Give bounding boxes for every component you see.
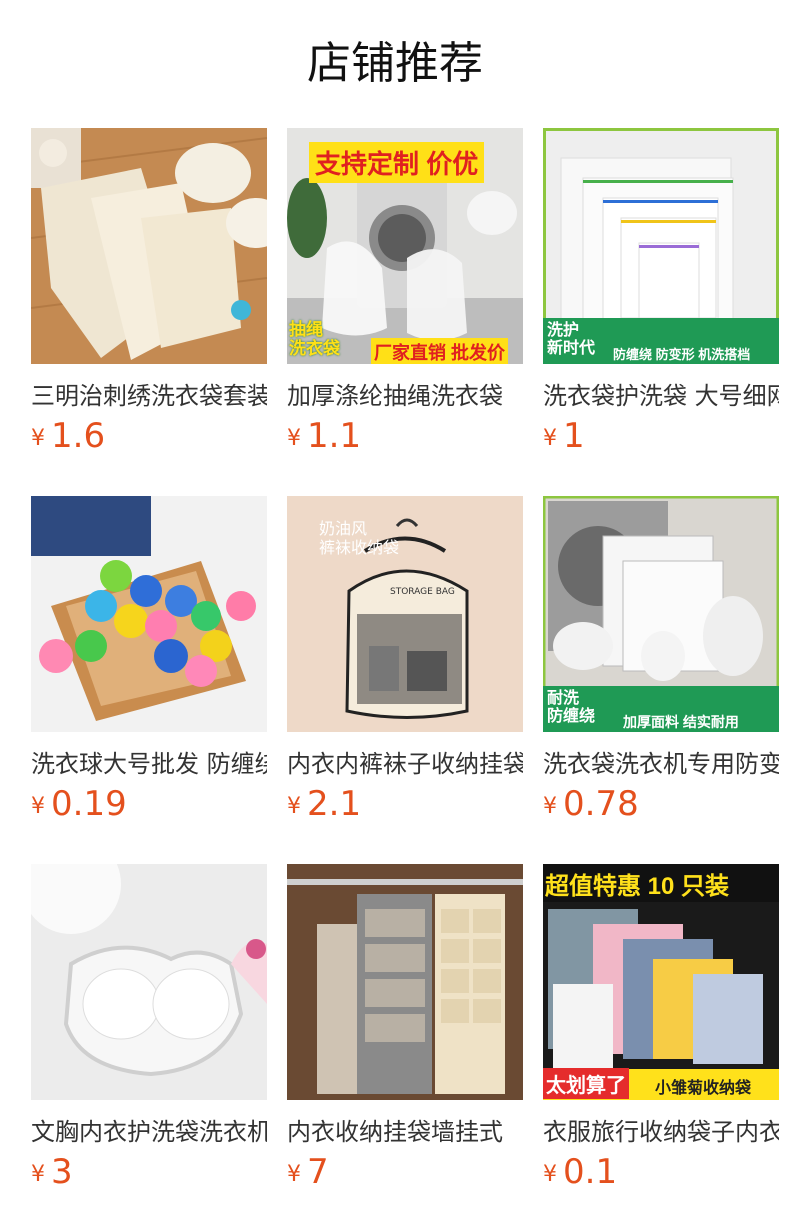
product-name[interactable]: 内衣收纳挂袋墙挂式 <box>287 1117 523 1147</box>
promo-label: 防缠绕 防变形 机洗搭档 <box>613 347 751 362</box>
product-price: ¥3 <box>31 1152 73 1192</box>
product-card[interactable]: 超值特惠 10 只装 太划算了 小雏菊收纳袋 衣服旅行收纳袋子内衣 ¥0.1 <box>543 864 779 1232</box>
promo-label: 太划算了 <box>543 1068 629 1099</box>
promo-label: 洗护 新时代 <box>547 322 596 357</box>
product-price: ¥1.1 <box>287 416 362 456</box>
product-price: ¥1.6 <box>31 416 106 456</box>
promo-label: 加厚面料 结实耐用 <box>623 714 739 730</box>
promo-label: 耐洗 防缠绕 <box>547 690 596 725</box>
product-image[interactable]: 超值特惠 10 只装 太划算了 小雏菊收纳袋 <box>543 864 779 1100</box>
promo-label: 小雏菊收纳袋 <box>655 1080 752 1097</box>
product-price: ¥0.1 <box>543 1152 618 1192</box>
product-name[interactable]: 衣服旅行收纳袋子内衣 <box>543 1117 779 1147</box>
product-card[interactable]: 支持定制 价优 抽绳 洗衣袋 厂家直销 批发价 加厚涤纶抽绳洗衣袋 ¥1.1 <box>287 128 523 496</box>
product-card[interactable]: 洗护 新时代 防缠绕 防变形 机洗搭档 洗衣袋护洗袋 大号细网 ¥1 <box>543 128 779 496</box>
product-name[interactable]: 洗衣袋洗衣机专用防变形 <box>543 749 779 779</box>
product-price: ¥0.19 <box>31 784 127 824</box>
product-image[interactable] <box>31 864 267 1100</box>
promo-banner: 超值特惠 10 只装 <box>545 873 730 900</box>
product-image[interactable] <box>31 496 267 732</box>
promo-label: 奶油风 裤袜收纳袋 <box>319 521 400 557</box>
product-price: ¥0.78 <box>543 784 639 824</box>
product-card[interactable]: 耐洗防缠绕 加厚面料 结实耐用 洗衣袋洗衣机专用防变形 ¥0.78 <box>543 496 779 864</box>
product-image[interactable] <box>31 128 267 364</box>
promo-banner: 支持定制 价优 <box>309 142 485 183</box>
product-card[interactable]: 文胸内衣护洗袋洗衣机专用 ¥3 <box>31 864 267 1232</box>
product-price: ¥1 <box>543 416 585 456</box>
product-grid: 三明治刺绣洗衣袋套装 ¥1.6 支持定制 价优 抽绳 洗衣袋 厂家直销 批发价 加… <box>31 128 779 1232</box>
product-price: ¥7 <box>287 1152 329 1192</box>
product-image[interactable]: STORAGE BAG 奶油风 裤袜收纳袋 <box>287 496 523 732</box>
product-name[interactable]: 三明治刺绣洗衣袋套装 <box>31 381 267 411</box>
product-image[interactable]: 支持定制 价优 抽绳 洗衣袋 厂家直销 批发价 <box>287 128 523 364</box>
product-name[interactable]: 洗衣球大号批发 防缠绕 <box>31 749 267 779</box>
product-price: ¥2.1 <box>287 784 362 824</box>
product-name[interactable]: 内衣内裤袜子收纳挂袋 <box>287 749 523 779</box>
product-name[interactable]: 加厚涤纶抽绳洗衣袋 <box>287 381 523 411</box>
section-title: 店铺推荐 <box>307 38 483 89</box>
product-name[interactable]: 文胸内衣护洗袋洗衣机专用 <box>31 1117 267 1147</box>
product-card[interactable]: 洗衣球大号批发 防缠绕 ¥0.19 <box>31 496 267 864</box>
product-card[interactable]: STORAGE BAG 奶油风 裤袜收纳袋 内衣内裤袜子收纳挂袋 ¥2.1 <box>287 496 523 864</box>
product-image[interactable]: 耐洗 防缠绕 加厚面料 结实耐用 <box>543 496 779 732</box>
promo-label: 厂家直销 批发价 <box>371 338 509 364</box>
product-name[interactable]: 洗衣袋护洗袋 大号细网 <box>543 381 779 411</box>
product-image[interactable]: 洗护 新时代 防缠绕 防变形 机洗搭档 <box>543 128 779 364</box>
product-card[interactable]: 三明治刺绣洗衣袋套装 ¥1.6 <box>31 128 267 496</box>
promo-label: 抽绳 洗衣袋 <box>289 320 340 358</box>
product-card[interactable]: 内衣收纳挂袋墙挂式 ¥7 <box>287 864 523 1232</box>
product-image[interactable] <box>287 864 523 1100</box>
svg-text:STORAGE BAG: STORAGE BAG <box>390 587 455 597</box>
